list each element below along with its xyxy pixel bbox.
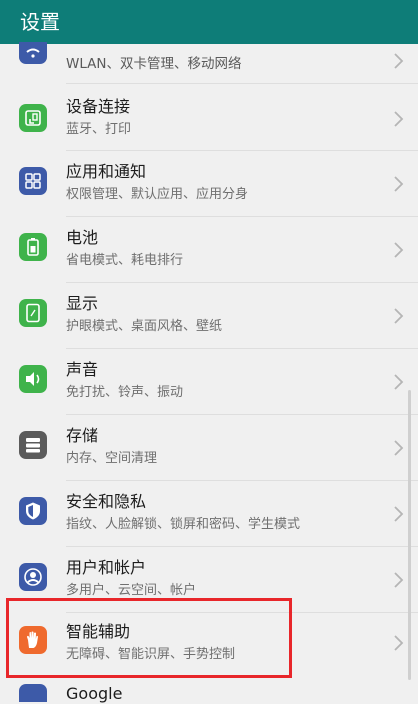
settings-item-title: 设备连接 [66, 97, 131, 116]
chevron-right-icon [394, 176, 404, 192]
settings-item-title: 用户和帐户 [66, 558, 147, 577]
settings-item-apps[interactable]: 应用和通知 权限管理、默认应用、应用分身 [0, 153, 418, 217]
settings-item-security[interactable]: 安全和隐私 指纹、人脸解锁、锁屏和密码、学生模式 [0, 483, 418, 547]
divider [66, 414, 418, 415]
battery-icon [19, 233, 47, 261]
settings-item-display[interactable]: 显示 护眼模式、桌面风格、壁纸 [0, 285, 418, 349]
settings-item-battery[interactable]: 电池 省电模式、耗电排行 [0, 219, 418, 283]
chevron-right-icon [394, 111, 404, 127]
display-icon [19, 299, 47, 327]
settings-item-storage[interactable]: 存储 内存、空间清理 [0, 417, 418, 481]
divider [66, 216, 418, 217]
settings-item-subtitle: 权限管理、默认应用、应用分身 [66, 187, 249, 202]
settings-item-google[interactable]: Google [66, 684, 122, 704]
settings-item-title: 安全和隐私 [66, 492, 147, 511]
chevron-right-icon [394, 308, 404, 324]
storage-icon [19, 431, 47, 459]
settings-item-device-connection[interactable]: 设备连接 蓝牙、打印 [0, 88, 418, 152]
divider [66, 282, 418, 283]
chevron-right-icon [394, 635, 404, 651]
chevron-right-icon [394, 572, 404, 588]
user-icon [19, 563, 47, 591]
settings-item-subtitle: 蓝牙、打印 [66, 122, 132, 137]
settings-item-title: 应用和通知 [66, 162, 147, 181]
settings-item-title: 声音 [66, 360, 99, 379]
chevron-right-icon [394, 506, 404, 522]
settings-item-title: 存储 [66, 426, 99, 445]
chevron-right-icon [394, 440, 404, 456]
chevron-right-icon [394, 242, 404, 258]
chevron-right-icon [394, 374, 404, 390]
shield-icon [19, 497, 47, 525]
chevron-right-icon [394, 53, 404, 69]
settings-item-subtitle: 指纹、人脸解锁、锁屏和密码、学生模式 [66, 517, 301, 532]
google-icon [19, 684, 47, 702]
settings-item-subtitle: 护眼模式、桌面风格、壁纸 [66, 319, 223, 334]
device-connect-icon [19, 104, 47, 132]
settings-item-sound[interactable]: 声音 免打扰、铃声、振动 [0, 351, 418, 415]
divider [66, 83, 418, 84]
settings-item-subtitle: 省电模式、耗电排行 [66, 253, 184, 268]
scrollbar[interactable] [408, 390, 411, 680]
divider [66, 480, 418, 481]
settings-item-subtitle: WLAN、双卡管理、移动网络 [66, 56, 242, 72]
page-title: 设置 [20, 10, 60, 34]
divider [66, 150, 418, 151]
settings-item-title: 显示 [66, 294, 99, 313]
divider [66, 348, 418, 349]
apps-grid-icon [19, 167, 47, 195]
divider [66, 546, 418, 547]
settings-item-title: 电池 [66, 228, 99, 247]
settings-item-subtitle: 内存、空间清理 [66, 451, 158, 466]
wifi-icon [19, 42, 47, 64]
highlight-box [6, 598, 292, 678]
settings-item-subtitle: 免打扰、铃声、振动 [66, 385, 184, 400]
speaker-icon [19, 365, 47, 393]
